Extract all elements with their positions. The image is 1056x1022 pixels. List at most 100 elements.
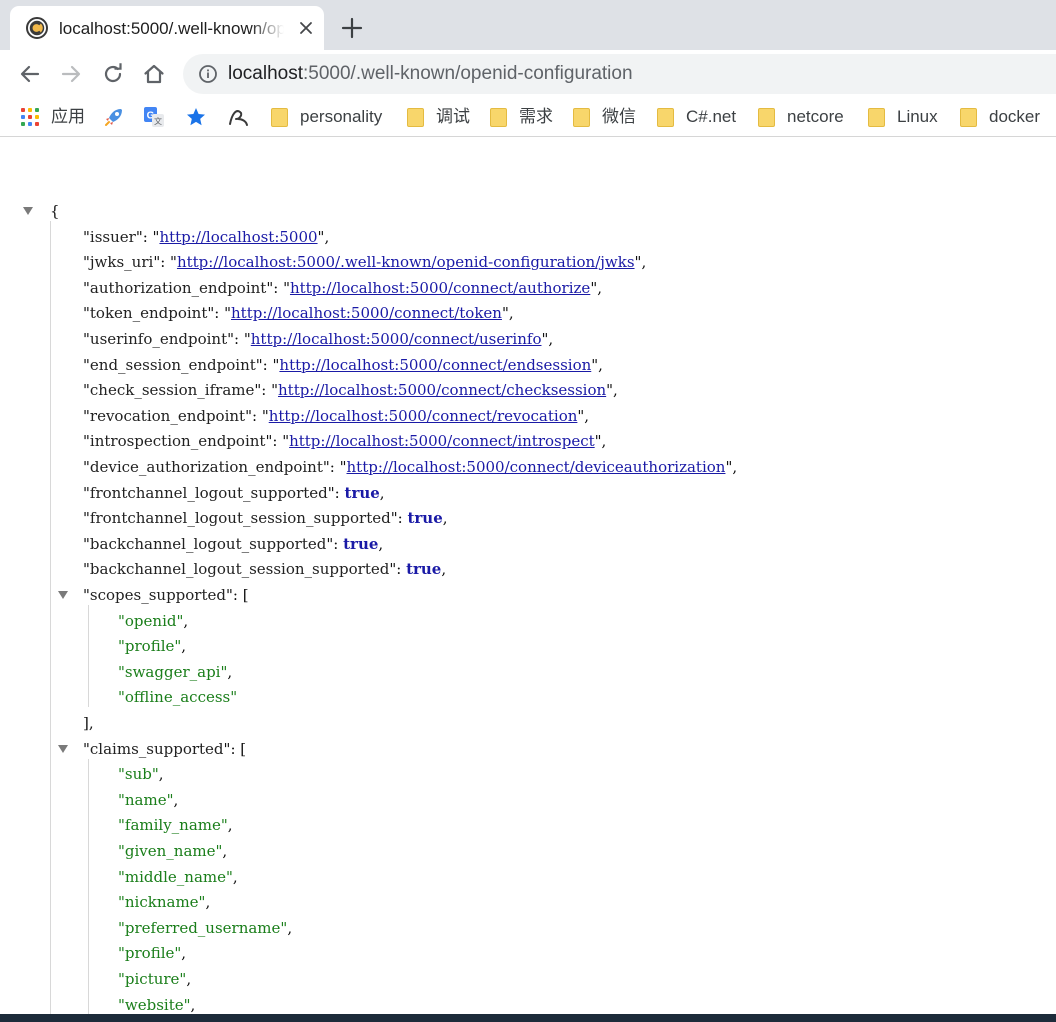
- json-string-value: "name": [118, 790, 174, 809]
- indent-guide: [50, 221, 51, 1014]
- json-array-item: "profile",: [118, 637, 187, 656]
- json-string-value: "profile": [118, 637, 182, 656]
- svg-text:文: 文: [154, 116, 162, 126]
- json-string-value: "picture": [118, 970, 187, 988]
- forward-arrow-icon[interactable]: [58, 61, 84, 87]
- json-string-value: "nickname": [118, 893, 206, 912]
- star-icon: [187, 108, 205, 126]
- tab-strip: localhost:5000/.well-known/openid-config…: [0, 0, 1056, 50]
- bookmark-translate[interactable]: G 文: [143, 106, 165, 128]
- json-key: frontchannel_logout_supported: [89, 483, 328, 502]
- indent-guide: [88, 605, 89, 708]
- json-entry: "check_session_iframe": "http://localhos…: [83, 381, 618, 400]
- json-url-link[interactable]: http://localhost:5000/connect/token: [231, 304, 502, 322]
- json-entry: "issuer": "http://localhost:5000",: [83, 227, 330, 246]
- bookmark-label: C#.net: [686, 107, 737, 126]
- json-key: userinfo_endpoint: [89, 330, 228, 348]
- json-array-item: "middle_name",: [118, 867, 238, 886]
- json-array-item: "family_name",: [118, 816, 233, 835]
- home-icon[interactable]: [141, 61, 167, 87]
- json-url-link[interactable]: http://localhost:5000/connect/authorize: [290, 279, 590, 297]
- json-url-link[interactable]: http://localhost:5000: [159, 228, 317, 246]
- json-entry: "device_authorization_endpoint": "http:/…: [83, 458, 738, 476]
- bookmark-rocket[interactable]: [103, 106, 125, 128]
- site-info-icon[interactable]: [198, 64, 218, 84]
- bookmark-folder-debug[interactable]: 调试: [407, 106, 470, 128]
- json-entry: "authorization_endpoint": "http://localh…: [83, 278, 602, 297]
- json-string-value: "family_name": [118, 816, 228, 835]
- json-key: revocation_endpoint: [89, 406, 246, 425]
- json-array-item: "preferred_username",: [118, 918, 293, 937]
- bookmark-label: 微信: [602, 107, 636, 126]
- json-key: introspection_endpoint: [89, 432, 266, 451]
- json-entry: "token_endpoint": "http://localhost:5000…: [83, 304, 514, 323]
- bookmark-folder-netcore[interactable]: netcore: [758, 106, 844, 128]
- json-url-link[interactable]: http://localhost:5000/connect/deviceauth…: [347, 458, 726, 476]
- bookmark-label: Linux: [897, 107, 938, 126]
- bookmark-label: 应用: [51, 107, 85, 126]
- json-url-link[interactable]: http://localhost:5000/connect/revocation: [269, 407, 578, 425]
- json-key: issuer: [89, 227, 136, 246]
- json-array-item: "picture",: [118, 970, 192, 988]
- bookmark-star[interactable]: [185, 106, 207, 128]
- bookmark-folder-wechat[interactable]: 微信: [573, 106, 636, 128]
- brace: {: [50, 202, 60, 220]
- folder-icon: [271, 107, 288, 127]
- collapse-root-toggle-icon[interactable]: [23, 207, 33, 215]
- json-open-brace: {: [50, 201, 60, 221]
- folder-icon: [490, 107, 507, 127]
- json-url-link[interactable]: http://localhost:5000/connect/userinfo: [251, 330, 542, 348]
- json-key: frontchannel_logout_session_supported: [89, 509, 391, 528]
- json-array-key: "claims_supported": [: [83, 739, 247, 758]
- json-entry: "frontchannel_logout_session_supported":…: [83, 509, 448, 528]
- bookmark-folder-requirements[interactable]: 需求: [490, 106, 553, 128]
- json-url-link[interactable]: http://localhost:5000/connect/checksessi…: [278, 381, 606, 399]
- json-boolean-value: true: [406, 560, 442, 579]
- url-path: :5000/.well-known/openid-configuration: [303, 63, 633, 84]
- json-key: jwks_uri: [89, 253, 154, 272]
- reload-icon[interactable]: [100, 61, 126, 87]
- json-entry: "jwks_uri": "http://localhost:5000/.well…: [83, 253, 647, 272]
- address-bar[interactable]: localhost:5000/.well-known/openid-config…: [183, 54, 1056, 94]
- json-array-item: "name",: [118, 790, 179, 809]
- json-key: claims_supported: [89, 739, 224, 758]
- json-entry: "backchannel_logout_session_supported": …: [83, 560, 447, 579]
- bookmark-label: docker: [989, 107, 1041, 126]
- address-url[interactable]: localhost:5000/.well-known/openid-config…: [228, 63, 633, 85]
- json-url-link[interactable]: http://localhost:5000/connect/endsession: [279, 356, 591, 374]
- bookmark-folder-docker[interactable]: docker: [960, 106, 1040, 128]
- json-key: check_session_iframe: [89, 381, 255, 400]
- bookmarks-bar: 应用 G 文 personality 调试 需求 微信 C#.net netco…: [0, 97, 1056, 137]
- json-array-item: "openid",: [118, 611, 189, 630]
- collapse-scopes-toggle-icon[interactable]: [58, 591, 68, 599]
- json-key: device_authorization_endpoint: [89, 458, 323, 476]
- json-string-value: "swagger_api": [118, 662, 228, 681]
- folder-icon: [573, 107, 590, 127]
- json-array-item: "website",: [118, 995, 196, 1014]
- folder-icon: [657, 107, 674, 127]
- json-entry: "introspection_endpoint": "http://localh…: [83, 432, 607, 451]
- json-array-item: "profile",: [118, 944, 187, 963]
- bookmark-folder-csharp[interactable]: C#.net: [657, 106, 736, 128]
- json-array-item: "swagger_api",: [118, 662, 233, 681]
- new-tab-plus-icon[interactable]: [338, 14, 366, 42]
- close-tab-icon[interactable]: [298, 20, 314, 36]
- bookmark-label: 需求: [519, 107, 553, 126]
- json-string-value: "preferred_username": [118, 918, 288, 937]
- bookmark-script[interactable]: [226, 106, 250, 128]
- bookmark-apps[interactable]: 应用: [21, 106, 85, 128]
- json-entry: "backchannel_logout_supported": true,: [83, 534, 384, 553]
- bookmark-folder-linux[interactable]: Linux: [868, 106, 938, 128]
- folder-icon: [758, 107, 775, 127]
- bookmark-folder-personality[interactable]: personality: [271, 106, 382, 128]
- json-key: scopes_supported: [89, 586, 226, 604]
- json-url-link[interactable]: http://localhost:5000/connect/introspect: [289, 432, 595, 450]
- json-string-value: "offline_access": [118, 688, 238, 707]
- back-arrow-icon[interactable]: [17, 61, 43, 87]
- collapse-claims-toggle-icon[interactable]: [58, 744, 68, 753]
- json-array-item: "given_name",: [118, 842, 228, 860]
- browser-toolbar: localhost:5000/.well-known/openid-config…: [0, 50, 1056, 97]
- active-tab[interactable]: localhost:5000/.well-known/openid-config…: [10, 6, 324, 50]
- bookmark-label: netcore: [787, 107, 844, 126]
- json-url-link[interactable]: http://localhost:5000/.well-known/openid…: [177, 253, 635, 271]
